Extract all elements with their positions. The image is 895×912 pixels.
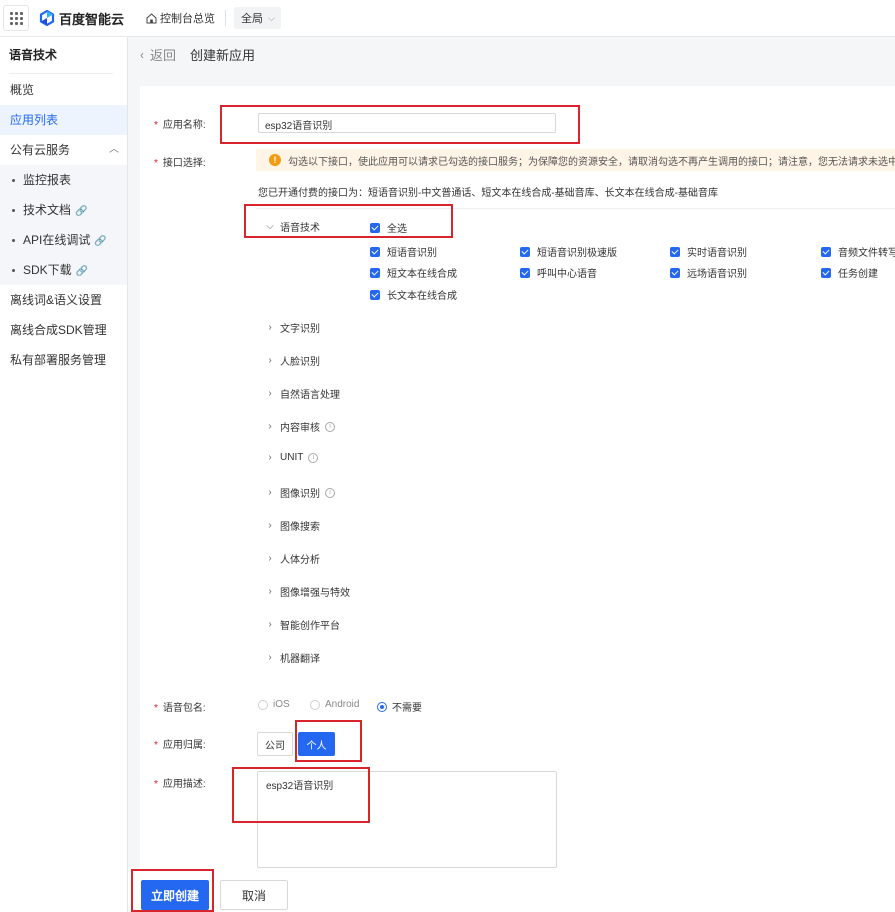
sidebar-item-offline-words[interactable]: 离线词&语义设置 [0, 285, 127, 315]
radio-not-needed[interactable]: 不需要 [377, 699, 422, 714]
group-audit[interactable]: › 内容审核 i [264, 419, 335, 434]
warning-icon: ! [269, 154, 281, 166]
back-link[interactable]: ‹ 返回 [140, 45, 176, 64]
page-title: 创建新应用 [190, 48, 256, 63]
back-label: 返回 [150, 48, 177, 63]
sidebar-item-private-deploy[interactable]: 私有部署服务管理 [0, 345, 127, 375]
highlight-owner-personal [295, 720, 362, 762]
chevron-right-icon: › [268, 586, 272, 597]
group-image-search[interactable]: › 图像搜索 [264, 518, 320, 533]
info-icon[interactable]: i [325, 487, 335, 498]
group-translation[interactable]: › 机器翻译 [264, 650, 320, 665]
chevron-right-icon: › [268, 487, 272, 498]
brand-name: 百度智能云 [59, 11, 125, 27]
checkbox-option[interactable]: 任务创建 [821, 265, 878, 280]
group-body-analysis[interactable]: › 人体分析 [264, 551, 320, 566]
sidebar-item-label: SDK下载 [23, 263, 72, 277]
chevron-right-icon: › [268, 553, 272, 564]
sidebar-item-offline-sdk[interactable]: 离线合成SDK管理 [0, 315, 127, 345]
breadcrumb: ‹ 返回 创建新应用 [140, 45, 255, 64]
cloud-logo-icon [39, 10, 55, 26]
sidebar-item-api-debug[interactable]: API在线调试 🔗 [0, 225, 127, 255]
console-overview-link[interactable]: 控制台总览 [146, 10, 215, 26]
chevron-right-icon: › [268, 421, 272, 432]
info-icon[interactable]: i [308, 452, 319, 463]
sidebar-item-label: 公有云服务 [10, 143, 71, 157]
cancel-button[interactable]: 取消 [220, 880, 288, 910]
notice-text: 勾选以下接口，使此应用可以请求已勾选的接口服务；为保障您的资源安全，请取消勾选不… [288, 156, 895, 168]
checkbox-option[interactable]: 短语音识别 [370, 244, 437, 259]
owner-label: * 应用归属: [154, 740, 206, 751]
notice-banner: ! 勾选以下接口，使此应用可以请求已勾选的接口服务；为保障您的资源安全，请取消勾… [256, 149, 895, 171]
app-name-label: * 应用名称: [154, 120, 206, 131]
opened-apis-text: 您已开通付费的接口为：短语音识别-中文普通话、短文本在线合成-基础音库、长文本在… [258, 188, 718, 199]
region-select[interactable]: 全局 ⌵ [234, 7, 281, 29]
info-icon[interactable]: i [325, 421, 335, 432]
group-face[interactable]: › 人脸识别 [264, 353, 320, 368]
sidebar-item-public-cloud[interactable]: 公有云服务 ︿ [0, 135, 127, 165]
link-icon: 🔗 [94, 236, 107, 247]
checkbox-option[interactable]: 实时语音识别 [670, 244, 747, 259]
group-ocr[interactable]: › 文字识别 [264, 320, 320, 335]
group-unit[interactable]: › UNIT i [264, 452, 319, 463]
chevron-down-icon: ⌵ [268, 12, 275, 23]
sidebar-item-app-list[interactable]: 应用列表 [0, 105, 127, 135]
sidebar: 语音技术 概览 应用列表 公有云服务 ︿ 监控报表 技术文档 🔗 API在线调试 🔗… [0, 37, 128, 912]
package-label: * 语音包名: [154, 703, 206, 714]
chevron-right-icon: › [268, 652, 272, 663]
checkbox-option[interactable]: 短语音识别极速版 [520, 244, 617, 259]
group-creation-platform[interactable]: › 智能创作平台 [264, 617, 340, 632]
home-icon [146, 12, 157, 23]
checkbox-option[interactable]: 短文本在线合成 [370, 265, 457, 280]
link-icon: 🔗 [75, 266, 89, 277]
sidebar-item-overview[interactable]: 概览 [0, 75, 127, 105]
app-grid-icon[interactable] [3, 5, 29, 31]
sidebar-title: 语音技术 [9, 48, 58, 62]
chevron-right-icon: › [268, 619, 272, 630]
topbar-divider [225, 10, 227, 26]
checkbox-option[interactable]: 长文本在线合成 [370, 287, 457, 302]
group-image-enhance[interactable]: › 图像增强与特效 [264, 584, 350, 599]
sidebar-subgroup: 监控报表 技术文档 🔗 API在线调试 🔗 SDK下载 🔗 [0, 165, 127, 285]
sidebar-item-label: API在线调试 [23, 233, 91, 247]
radio-ios[interactable]: iOS [258, 699, 290, 710]
chevron-right-icon: › [268, 388, 272, 399]
checkbox-option[interactable]: 呼叫中心语音 [520, 265, 597, 280]
console-overview-label: 控制台总览 [160, 13, 216, 25]
chevron-right-icon: › [268, 520, 272, 531]
chevron-right-icon: › [268, 355, 272, 366]
radio-android[interactable]: Android [310, 699, 359, 710]
checkbox-option[interactable]: 音频文件转写 [821, 244, 895, 259]
group-image-recognition[interactable]: › 图像识别 i [264, 485, 335, 500]
highlight-app-name [220, 105, 580, 144]
owner-company-button[interactable]: 公司 [257, 732, 293, 756]
highlight-create-button [131, 869, 214, 912]
sidebar-item-docs[interactable]: 技术文档 🔗 [0, 195, 127, 225]
brand-logo[interactable]: 百度智能云 [39, 9, 124, 28]
desc-label: * 应用描述: [154, 779, 206, 790]
chevron-left-icon: ‹ [140, 47, 144, 62]
sidebar-item-monitor[interactable]: 监控报表 [0, 165, 127, 195]
checkbox-option[interactable]: 远场语音识别 [670, 265, 747, 280]
top-bar: 百度智能云 控制台总览 全局 ⌵ [0, 0, 895, 37]
chevron-right-icon: › [268, 322, 272, 333]
api-select-label: * 接口选择: [154, 158, 206, 169]
link-icon: 🔗 [75, 206, 88, 217]
chevron-up-icon[interactable]: ︿ [109, 135, 119, 165]
chevron-right-icon: › [268, 452, 272, 463]
region-label: 全局 [241, 13, 264, 25]
highlight-description [232, 767, 370, 823]
highlight-speech-group [244, 204, 453, 238]
sidebar-item-label: 技术文档 [23, 203, 72, 217]
group-nlp[interactable]: › 自然语言处理 [264, 386, 340, 401]
sidebar-item-sdk-download[interactable]: SDK下载 🔗 [0, 255, 127, 285]
